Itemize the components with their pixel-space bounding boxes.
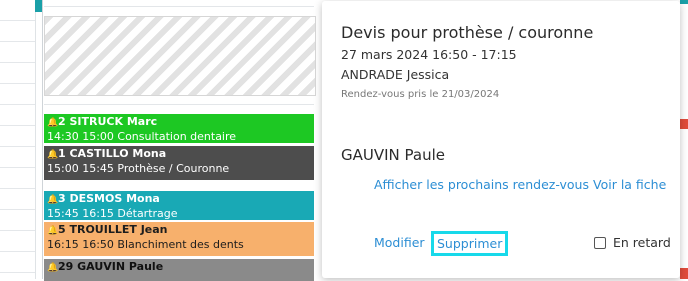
popover-title: Devis pour prothèse / couronne	[341, 23, 594, 42]
late-label: En retard	[613, 235, 671, 250]
adjacent-column	[680, 0, 688, 279]
view-patient-file-link[interactable]: Voir la fiche	[593, 177, 666, 192]
late-checkbox[interactable]	[594, 236, 606, 249]
grid-line	[44, 6, 314, 7]
show-next-appointments-link[interactable]: Afficher les prochains rendez-vous	[374, 177, 589, 192]
appointment-popover: Devis pour prothèse / couronne 27 mars 2…	[322, 1, 680, 278]
appointment-patient: 29 GAUVIN Paule	[58, 260, 164, 273]
patient-name: ANDRADE Jessica	[341, 67, 450, 82]
appointment-sliver[interactable]	[680, 268, 688, 279]
bell-icon: 🔔	[47, 226, 59, 236]
appointment-block[interactable]: 🔔5 TROUILLET Jean 16:15 16:50 Blanchimen…	[44, 222, 314, 256]
time-column	[0, 0, 36, 279]
appointment-time: 15:45 16:15 Détartrage	[47, 207, 178, 220]
bell-icon: 🔔	[47, 150, 59, 160]
unavailable-slot	[44, 16, 316, 96]
appointment-sliver[interactable]	[680, 119, 688, 129]
appointment-time: 15:00 15:45 Prothèse / Couronne	[47, 162, 230, 175]
appointment-block[interactable]: 🔔29 GAUVIN Paule	[44, 259, 314, 281]
bell-icon: 🔔	[47, 118, 59, 128]
appointment-datetime: 27 mars 2024 16:50 - 17:15	[341, 47, 517, 62]
bell-icon: 🔔	[47, 263, 59, 273]
delete-button[interactable]: Supprimer	[431, 231, 509, 256]
booking-date: Rendez-vous pris le 21/03/2024	[341, 89, 500, 100]
grid-line	[44, 104, 314, 105]
appointment-time: 16:15 16:50 Blanchiment des dents	[47, 238, 244, 251]
appointment-patient: 5 TROUILLET Jean	[58, 223, 168, 236]
appointment-block[interactable]: 🔔1 CASTILLO Mona 15:00 15:45 Prothèse / …	[44, 146, 314, 180]
practitioner-name: GAUVIN Paule	[341, 146, 446, 164]
bell-icon: 🔔	[47, 195, 59, 205]
appointment-patient: 1 CASTILLO Mona	[58, 147, 167, 160]
column-accent	[680, 0, 688, 4]
appointment-block[interactable]: 🔔2 SITRUCK Marc 14:30 15:00 Consultation…	[44, 114, 314, 143]
appointment-time: 14:30 15:00 Consultation dentaire	[47, 130, 237, 143]
appointment-patient: 2 SITRUCK Marc	[58, 115, 158, 128]
edit-button[interactable]: Modifier	[374, 235, 425, 250]
late-checkbox-row[interactable]: En retard	[594, 235, 671, 250]
appointment-block[interactable]: 🔔3 DESMOS Mona 15:45 16:15 Détartrage	[44, 191, 314, 220]
appointment-patient: 3 DESMOS Mona	[58, 192, 160, 205]
column-header-accent	[35, 0, 42, 12]
